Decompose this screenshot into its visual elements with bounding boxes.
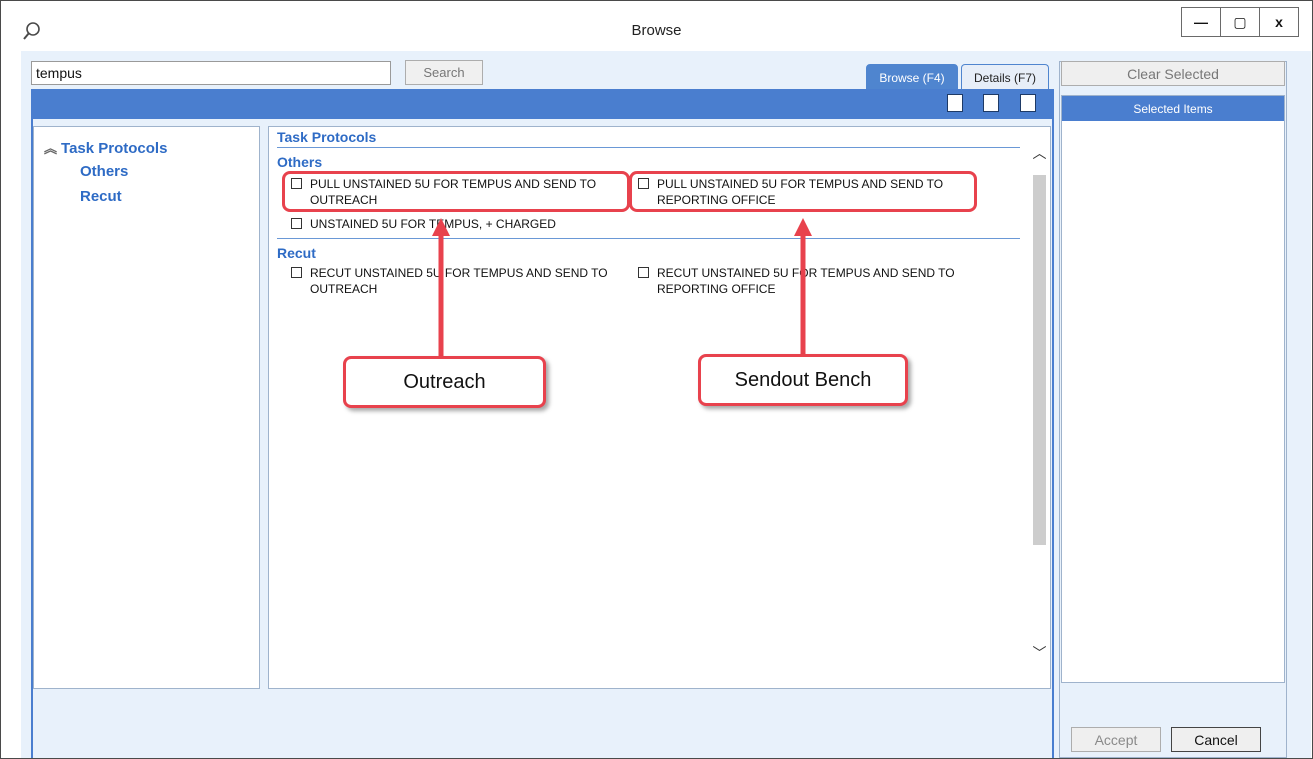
list-item[interactable]: RECUT UNSTAINED 5U FOR TEMPUS AND SEND T…: [638, 265, 977, 297]
divider: [277, 238, 1020, 239]
browse-window: Browse — ▢ x Search Browse (F4) Details …: [0, 0, 1313, 759]
sendout-bench-callout: Sendout Bench: [698, 354, 908, 406]
title-bar: Browse — ▢ x: [1, 1, 1312, 51]
list-item[interactable]: UNSTAINED 5U FOR TEMPUS, + CHARGED: [291, 216, 630, 232]
maximize-button[interactable]: ▢: [1220, 7, 1260, 37]
scroll-down-icon[interactable]: ﹀: [1031, 643, 1048, 663]
checkbox[interactable]: [291, 267, 302, 278]
selected-items-header: Selected Items: [1062, 96, 1284, 121]
toolbar-bar: [31, 89, 1054, 119]
tab-details[interactable]: Details (F7): [961, 64, 1049, 91]
divider: [277, 147, 1020, 148]
collapse-chevron-icon[interactable]: ︽: [44, 141, 57, 156]
dialog-body: Search Browse (F4) Details (F7) ︽ Task Pr…: [21, 51, 1311, 758]
tree-root[interactable]: ︽ Task Protocols: [44, 138, 167, 157]
window-controls: — ▢ x: [1181, 7, 1299, 37]
search-input[interactable]: [31, 61, 391, 85]
window-title: Browse: [631, 22, 682, 39]
list-view-icon[interactable]: [947, 94, 963, 112]
selected-items-list: Selected Items: [1061, 95, 1285, 683]
item-label: UNSTAINED 5U FOR TEMPUS, + CHARGED: [310, 217, 556, 231]
search-button[interactable]: Search: [405, 60, 483, 85]
category-tree: ︽ Task Protocols Others Recut: [33, 126, 260, 689]
clear-selected-button[interactable]: Clear Selected: [1061, 61, 1285, 86]
group-title-recut: Recut: [277, 245, 316, 261]
vertical-scrollbar[interactable]: ︿ ﹀: [1029, 127, 1050, 688]
tree-item-others[interactable]: Others: [80, 163, 128, 180]
outreach-highlight: [282, 171, 630, 212]
list-item[interactable]: RECUT UNSTAINED 5U FOR TEMPUS AND SEND T…: [291, 265, 630, 297]
checkbox[interactable]: [638, 267, 649, 278]
tree-root-label: Task Protocols: [61, 140, 168, 157]
scroll-thumb[interactable]: [1033, 175, 1046, 545]
scroll-up-icon[interactable]: ︿: [1031, 143, 1048, 163]
checkbox[interactable]: [291, 218, 302, 229]
cancel-button[interactable]: Cancel: [1171, 727, 1261, 752]
item-label: RECUT UNSTAINED 5U FOR TEMPUS AND SEND T…: [657, 266, 955, 296]
close-button[interactable]: x: [1259, 7, 1299, 37]
tab-browse[interactable]: Browse (F4): [866, 64, 958, 91]
group-title-others: Others: [277, 154, 323, 170]
grid-view-icon[interactable]: [1020, 94, 1036, 112]
item-label: RECUT UNSTAINED 5U FOR TEMPUS AND SEND T…: [310, 266, 608, 296]
tree-item-recut[interactable]: Recut: [80, 188, 122, 205]
results-header: Task Protocols: [277, 129, 377, 145]
minimize-button[interactable]: —: [1181, 7, 1221, 37]
outreach-callout: Outreach: [343, 356, 546, 408]
two-column-view-icon[interactable]: [983, 94, 999, 112]
accept-button[interactable]: Accept: [1071, 727, 1161, 752]
sendout-highlight: [629, 171, 977, 212]
